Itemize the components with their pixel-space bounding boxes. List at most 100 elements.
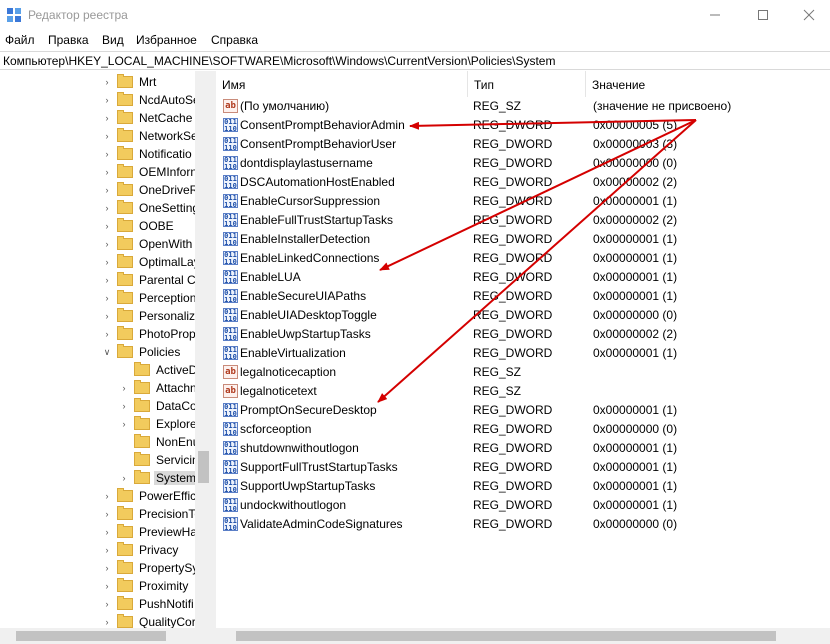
tree-item[interactable]: › PhotoProp — [101, 325, 198, 343]
collapsed-chevron-icon[interactable]: › — [101, 185, 113, 195]
collapsed-chevron-icon[interactable]: › — [101, 527, 113, 537]
registry-value-row[interactable]: 011 110 EnableCursorSuppression REG_DWORD 0x… — [216, 192, 830, 211]
tree-item[interactable]: › Parental Co — [101, 271, 204, 289]
value-name: (По умолчанию) — [240, 99, 330, 113]
registry-value-row[interactable]: 011 110 undockwithoutlogon REG_DWORD 0x00000… — [216, 496, 830, 515]
registry-value-row[interactable]: 011 110 ConsentPromptBehaviorUser REG_DWORD… — [216, 135, 830, 154]
address-bar[interactable]: Компьютер\HKEY_LOCAL_MACHINE\SOFTWARE\Mi… — [0, 51, 830, 70]
tree-item[interactable]: › OpenWith — [101, 235, 194, 253]
registry-value-row[interactable]: 011 110 scforceoption REG_DWORD 0x00000000 (… — [216, 420, 830, 439]
tree-item[interactable]: › OneDriveR — [101, 181, 200, 199]
tree-horizontal-scroll-thumb[interactable] — [16, 631, 166, 641]
tree-item[interactable]: › OOBE — [101, 217, 176, 235]
collapsed-chevron-icon[interactable]: › — [101, 95, 113, 105]
collapsed-chevron-icon[interactable]: › — [101, 239, 113, 249]
tree-item[interactable]: › Attachn — [118, 379, 199, 397]
registry-value-row[interactable]: 011 110 PromptOnSecureDesktop REG_DWORD 0x00… — [216, 401, 830, 420]
menu-view[interactable]: Вид — [102, 33, 124, 47]
tree-item[interactable]: › PowerEffic — [101, 487, 198, 505]
collapsed-chevron-icon[interactable]: › — [101, 563, 113, 573]
column-header-type[interactable]: Тип — [468, 71, 586, 97]
collapsed-chevron-icon[interactable]: › — [118, 401, 130, 411]
registry-value-row[interactable]: 011 110 dontdisplaylastusername REG_DWORD 0x… — [216, 154, 830, 173]
list-horizontal-scroll-thumb[interactable] — [236, 631, 776, 641]
collapsed-chevron-icon[interactable]: › — [101, 77, 113, 87]
binary-dword-value-icon: 011 110 — [223, 460, 238, 474]
maximize-button[interactable] — [740, 0, 786, 30]
tree-item[interactable]: › OEMInforn — [101, 163, 199, 181]
tree-item[interactable]: ›NonEnu — [118, 433, 201, 451]
menu-help[interactable]: Справка — [211, 33, 258, 47]
tree-item[interactable]: › Personalize — [101, 307, 204, 325]
expanded-chevron-icon[interactable]: ∨ — [101, 347, 113, 358]
registry-value-row[interactable]: 011 110 EnableFullTrustStartupTasks REG_DWO… — [216, 211, 830, 230]
collapsed-chevron-icon[interactable]: › — [101, 599, 113, 609]
tree-item[interactable]: › NetworkSe — [101, 127, 200, 145]
registry-value-row[interactable]: 011 110 EnableSecureUIAPaths REG_DWORD 0x000… — [216, 287, 830, 306]
tree-item[interactable]: › NetCache — [101, 109, 194, 127]
registry-value-row[interactable]: 011 110 shutdownwithoutlogon REG_DWORD 0x000… — [216, 439, 830, 458]
minimize-button[interactable] — [692, 0, 738, 30]
collapsed-chevron-icon[interactable]: › — [101, 149, 113, 159]
tree-item[interactable]: ›Servicin — [118, 451, 201, 469]
collapsed-chevron-icon[interactable]: › — [101, 257, 113, 267]
registry-value-row[interactable]: 011 110 DSCAutomationHostEnabled REG_DWORD 0… — [216, 173, 830, 192]
tree-vertical-scroll-thumb[interactable] — [198, 451, 209, 483]
tree-item[interactable]: › PrecisionTo — [101, 505, 203, 523]
collapsed-chevron-icon[interactable]: › — [101, 311, 113, 321]
collapsed-chevron-icon[interactable]: › — [101, 293, 113, 303]
tree-item[interactable]: › Mrt — [101, 73, 158, 91]
collapsed-chevron-icon[interactable]: › — [101, 617, 113, 627]
tree-item[interactable]: › Perception — [101, 289, 198, 307]
registry-value-row[interactable]: 011 110 EnableUwpStartupTasks REG_DWORD 0x00… — [216, 325, 830, 344]
collapsed-chevron-icon[interactable]: › — [101, 275, 113, 285]
tree-item[interactable]: › Notificatio — [101, 145, 194, 163]
tree-item[interactable]: › DataCol — [118, 397, 201, 415]
collapsed-chevron-icon[interactable]: › — [101, 509, 113, 519]
registry-value-row[interactable]: 011 110 ConsentPromptBehaviorAdmin REG_DWOR… — [216, 116, 830, 135]
menu-edit[interactable]: Правка — [48, 33, 89, 47]
registry-value-row[interactable]: ab legalnoticecaption REG_SZ — [216, 363, 830, 382]
tree-item[interactable]: › Privacy — [101, 541, 180, 559]
tree-item[interactable]: › PropertySy — [101, 559, 200, 577]
tree-item[interactable]: › Explorer — [118, 415, 203, 433]
collapsed-chevron-icon[interactable]: › — [101, 131, 113, 141]
tree-item[interactable]: › OneSetting — [101, 199, 201, 217]
registry-value-row[interactable]: 011 110 EnableVirtualization REG_DWORD 0x000… — [216, 344, 830, 363]
menu-favorites[interactable]: Избранное — [136, 33, 197, 47]
collapsed-chevron-icon[interactable]: › — [118, 473, 130, 483]
close-button[interactable] — [786, 0, 830, 30]
collapsed-chevron-icon[interactable]: › — [101, 113, 113, 123]
column-header-name[interactable]: Имя — [216, 71, 468, 97]
menu-file[interactable]: Файл — [5, 33, 35, 47]
tree-item[interactable]: › NcdAutoSe — [101, 91, 202, 109]
tree-item[interactable]: › PreviewHa — [101, 523, 199, 541]
collapsed-chevron-icon[interactable]: › — [101, 203, 113, 213]
collapsed-chevron-icon[interactable]: › — [101, 581, 113, 591]
registry-value-row[interactable]: ab legalnoticetext REG_SZ — [216, 382, 830, 401]
tree-item[interactable]: › OptimalLay — [101, 253, 202, 271]
tree-item[interactable]: › Proximity — [101, 577, 190, 595]
registry-value-row[interactable]: 011 110 EnableLinkedConnections REG_DWORD 0x… — [216, 249, 830, 268]
registry-value-row[interactable]: 011 110 EnableUIADesktopToggle REG_DWORD 0x0… — [216, 306, 830, 325]
collapsed-chevron-icon[interactable]: › — [101, 329, 113, 339]
collapsed-chevron-icon[interactable]: › — [101, 545, 113, 555]
collapsed-chevron-icon[interactable]: › — [101, 221, 113, 231]
tree-item[interactable]: › System — [118, 469, 199, 487]
registry-value-row[interactable]: ab (По умолчанию) REG_SZ (значение не присв… — [216, 97, 830, 116]
column-header-value[interactable]: Значение — [586, 71, 830, 97]
registry-value-row[interactable]: 011 110 ValidateAdminCodeSignatures REG_DWO… — [216, 515, 830, 534]
registry-value-row[interactable]: 011 110 EnableInstallerDetection REG_DWORD 0… — [216, 230, 830, 249]
registry-value-row[interactable]: 011 110 SupportUwpStartupTasks REG_DWORD 0x0… — [216, 477, 830, 496]
registry-value-row[interactable]: 011 110 EnableLUA REG_DWORD 0x00000001 (1) — [216, 268, 830, 287]
collapsed-chevron-icon[interactable]: › — [101, 167, 113, 177]
tree-item[interactable]: ∨ Policies — [101, 343, 182, 361]
collapsed-chevron-icon[interactable]: › — [118, 383, 130, 393]
tree-item[interactable]: ›ActiveD — [118, 361, 199, 379]
tree-item[interactable]: › PushNotifi — [101, 595, 196, 613]
collapsed-chevron-icon[interactable]: › — [118, 419, 130, 429]
tree-vertical-scrollbar[interactable] — [195, 71, 212, 628]
folder-icon — [117, 200, 133, 214]
registry-value-row[interactable]: 011 110 SupportFullTrustStartupTasks REG_DW… — [216, 458, 830, 477]
collapsed-chevron-icon[interactable]: › — [101, 491, 113, 501]
